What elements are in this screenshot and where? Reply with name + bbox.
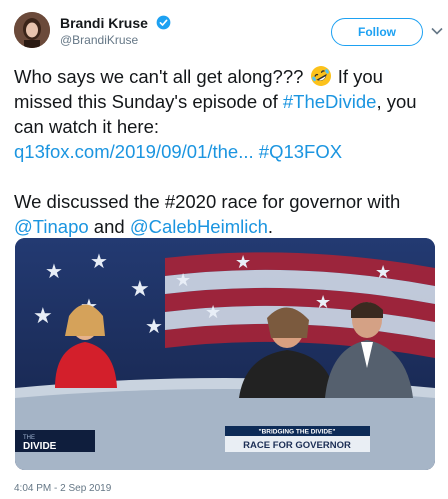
avatar[interactable] [14, 12, 50, 48]
svg-text:★: ★ [33, 304, 53, 329]
svg-text:★: ★ [90, 249, 108, 273]
chevron-down-icon[interactable] [430, 24, 444, 38]
rolling-on-floor-laughing-emoji [310, 66, 331, 86]
tweet-timestamp[interactable]: 4:04 PM - 2 Sep 2019 [14, 483, 111, 494]
svg-text:★: ★ [315, 292, 331, 313]
svg-text:★: ★ [175, 270, 191, 291]
tweet-link[interactable]: q13fox.com/2019/09/01/the... [14, 141, 254, 162]
tweet-text: Who says we can't all get along??? If yo… [14, 64, 438, 239]
hashtag-q13fox[interactable]: #Q13FOX [259, 141, 342, 162]
svg-text:★: ★ [235, 252, 251, 273]
mention-tinapo[interactable]: @Tinapo [14, 216, 89, 237]
svg-text:★: ★ [45, 259, 63, 283]
display-name[interactable]: Brandi Kruse [60, 14, 171, 32]
show-logo-large: DIVIDE [23, 441, 57, 452]
svg-text:★: ★ [375, 262, 391, 283]
svg-text:★: ★ [205, 302, 221, 323]
tweet-header: Brandi Kruse @BrandiKruse Follow [14, 12, 443, 52]
follow-button[interactable]: Follow [331, 18, 423, 46]
svg-text:★: ★ [130, 277, 150, 302]
tweet-text-segment: and [88, 216, 130, 237]
svg-text:★: ★ [145, 314, 163, 338]
banner-title: RACE FOR GOVERNOR [243, 440, 351, 451]
tweet-text-segment: . [267, 216, 274, 237]
mention-calebheimlich[interactable]: @CalebHeimlich [130, 216, 268, 237]
display-name-text[interactable]: Brandi Kruse [60, 15, 148, 31]
verified-badge-icon [156, 15, 171, 30]
hashtag-thedivide[interactable]: #TheDivide [283, 91, 377, 112]
banner-tag: "BRIDGING THE DIVIDE" [259, 429, 336, 436]
user-handle[interactable]: @BrandiKruse [60, 32, 171, 48]
tweet-text-line1: Who says we can't all get along??? [14, 66, 304, 87]
tweet-text-line2: We discussed the #2020 race for governor… [14, 191, 401, 212]
tweet-media-image[interactable]: ★ ★ ★ ★ ★ ★ ★ ★ ★ ★ ★ THE DIVIDE [15, 238, 435, 470]
user-name-block[interactable]: Brandi Kruse @BrandiKruse [60, 14, 171, 48]
